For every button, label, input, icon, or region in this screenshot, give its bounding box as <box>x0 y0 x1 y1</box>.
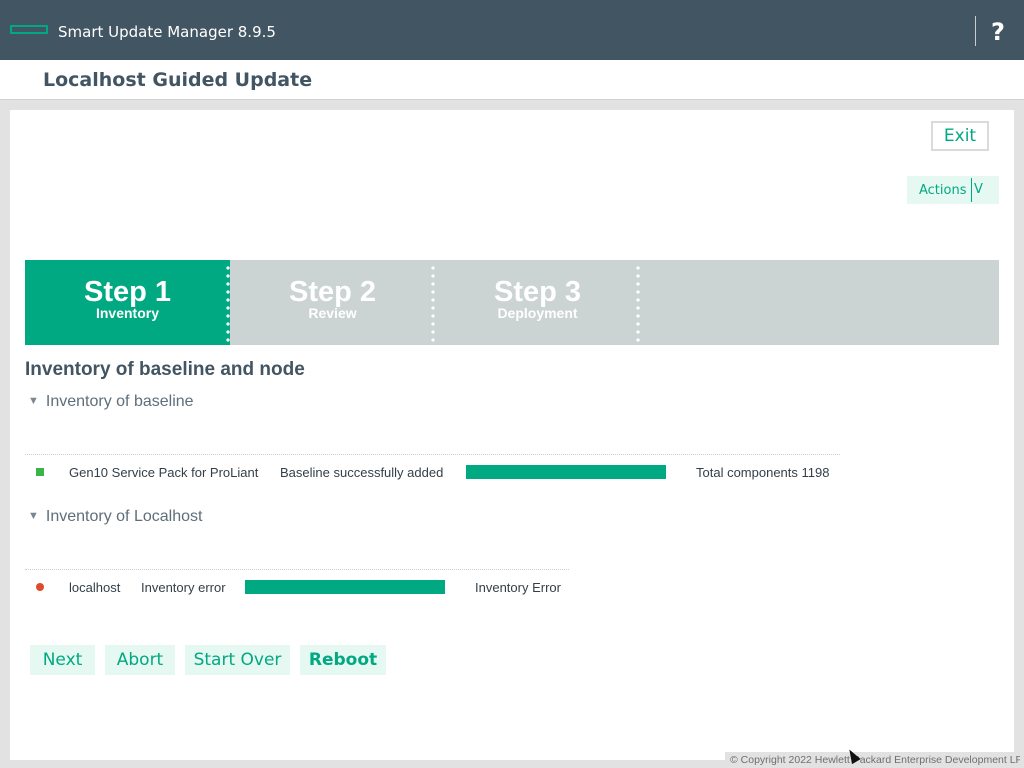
progress-fill <box>466 465 666 479</box>
step-name: Inventory <box>95 305 159 321</box>
node-name: localhost <box>69 580 121 595</box>
reboot-button[interactable]: Reboot <box>300 645 386 675</box>
localhost-group-title: Inventory of Localhost <box>45 508 203 525</box>
page-title-bar: Localhost Guided Update <box>0 60 1024 100</box>
step-name: Review <box>308 305 357 321</box>
app-title: Smart Update Manager 8.9.5 <box>58 23 276 41</box>
progress-fill <box>245 580 445 594</box>
baseline-name: Gen10 Service Pack for ProLiant <box>69 465 259 480</box>
baseline-group-title: Inventory of baseline <box>45 393 194 410</box>
node-summary: Inventory Error <box>475 580 561 595</box>
app-header: Smart Update Manager 8.9.5 ? <box>0 0 1024 60</box>
actions-label: Actions <box>919 183 967 198</box>
divider <box>25 454 840 455</box>
node-progress-bar <box>245 580 445 594</box>
start-over-button[interactable]: Start Over <box>185 645 290 675</box>
next-button[interactable]: Next <box>30 645 95 675</box>
section-title: Inventory of baseline and node <box>25 359 305 380</box>
main-panel: Exit Actions V Step 1 Inventory Step 2 R… <box>10 110 1014 760</box>
divider <box>25 569 569 570</box>
copyright-footer: © Copyright 2022 Hewlett Packard Enterpr… <box>725 752 1020 768</box>
header-divider <box>975 16 976 46</box>
status-error-icon <box>36 583 44 591</box>
node-status: Inventory error <box>141 580 226 595</box>
baseline-summary: Total components 1198 <box>696 465 830 480</box>
step-2[interactable]: Step 2 Review <box>230 260 435 345</box>
expand-triangle-icon: ▼ <box>28 510 39 522</box>
chevron-down-icon: V <box>974 182 983 197</box>
step-3[interactable]: Step 3 Deployment <box>435 260 640 345</box>
actions-separator <box>971 178 972 202</box>
hpe-logo-icon <box>10 25 48 34</box>
abort-button[interactable]: Abort <box>105 645 175 675</box>
page-title: Localhost Guided Update <box>43 69 313 91</box>
exit-button[interactable]: Exit <box>931 121 989 151</box>
step-wizard: Step 1 Inventory Step 2 Review Step 3 De… <box>25 260 999 345</box>
step-separator <box>636 264 640 342</box>
help-icon[interactable]: ? <box>986 16 1010 46</box>
step-1[interactable]: Step 1 Inventory <box>25 260 230 345</box>
localhost-group-toggle[interactable]: ▼ Inventory of Localhost <box>28 508 202 526</box>
baseline-progress-bar <box>466 465 666 479</box>
status-success-icon <box>36 468 44 476</box>
step-name: Deployment <box>497 305 578 321</box>
actions-dropdown[interactable]: Actions V <box>907 176 999 204</box>
baseline-status: Baseline successfully added <box>280 465 444 480</box>
expand-triangle-icon: ▼ <box>28 395 39 407</box>
baseline-group-toggle[interactable]: ▼ Inventory of baseline <box>28 393 194 411</box>
